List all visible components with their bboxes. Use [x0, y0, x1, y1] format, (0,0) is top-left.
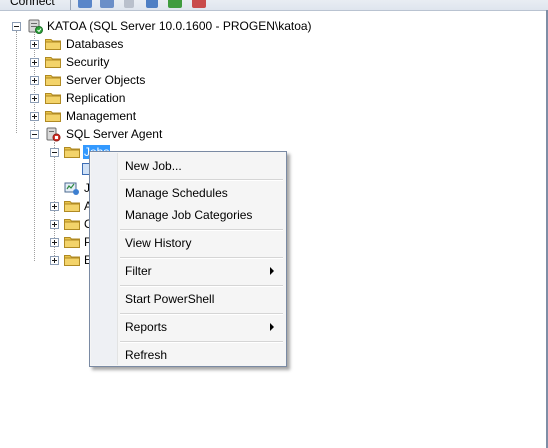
- expand-icon[interactable]: [50, 256, 59, 265]
- folder-icon: [45, 39, 61, 50]
- server-icon: [28, 19, 43, 34]
- folder-icon: [64, 237, 80, 248]
- activity-monitor-icon[interactable]: [192, 0, 206, 8]
- menu-item-new-job[interactable]: New Job...: [125, 157, 182, 175]
- filter-icon[interactable]: [146, 0, 158, 8]
- collapse-icon[interactable]: [30, 130, 39, 139]
- tree-label: SQL Server Agent: [66, 127, 163, 141]
- folder-icon: [45, 93, 61, 104]
- expand-icon[interactable]: [50, 202, 59, 211]
- tree-node-job-activity-monitor[interactable]: J: [0, 179, 100, 197]
- menu-separator: [120, 285, 283, 287]
- tree-label: Management: [66, 109, 137, 123]
- menu-item-filter[interactable]: Filter: [125, 262, 152, 280]
- object-explorer-toolbar: Connect: [0, 0, 548, 11]
- folder-icon: [64, 219, 80, 230]
- refresh-icon[interactable]: [168, 0, 182, 8]
- register-server-icon[interactable]: [78, 0, 92, 8]
- menu-item-manage-job-categories[interactable]: Manage Job Categories: [125, 206, 252, 224]
- expand-icon[interactable]: [30, 76, 39, 85]
- tree-node-server[interactable]: KATOA (SQL Server 10.0.1600 - PROGEN\kat…: [0, 17, 312, 35]
- submenu-arrow-icon: [270, 267, 274, 275]
- context-menu-gutter: [91, 153, 118, 365]
- folder-icon: [45, 57, 61, 68]
- menu-item-view-history[interactable]: View History: [125, 234, 191, 252]
- tree-node-job-item[interactable]: [0, 161, 100, 179]
- folder-icon: [64, 255, 80, 266]
- tree-node-error-logs[interactable]: E: [0, 251, 100, 269]
- menu-item-manage-schedules[interactable]: Manage Schedules: [125, 184, 228, 202]
- tree-node-management[interactable]: Management: [0, 107, 200, 125]
- connect-button[interactable]: Connect: [10, 0, 55, 8]
- tree-node-operators[interactable]: O: [0, 215, 100, 233]
- menu-separator: [120, 257, 283, 259]
- tree-node-databases[interactable]: Databases: [0, 35, 200, 53]
- tree-node-sql-server-agent[interactable]: SQL Server Agent: [0, 125, 200, 143]
- disconnect-icon[interactable]: [100, 0, 114, 8]
- tree-node-server-objects[interactable]: Server Objects: [0, 71, 200, 89]
- toolbar-separator: [70, 0, 71, 10]
- collapse-icon[interactable]: [12, 22, 21, 31]
- tree-node-security[interactable]: Security: [0, 53, 200, 71]
- tree-label: Server Objects: [66, 73, 146, 87]
- expand-icon[interactable]: [50, 238, 59, 247]
- menu-separator: [120, 179, 283, 181]
- tree-label: Security: [66, 55, 110, 69]
- submenu-arrow-icon: [270, 323, 274, 331]
- job-activity-monitor-icon: [64, 182, 79, 195]
- context-menu: New Job... Manage Schedules Manage Job C…: [89, 151, 287, 367]
- folder-icon: [45, 75, 61, 86]
- folder-icon: [64, 201, 80, 212]
- expand-icon[interactable]: [30, 94, 39, 103]
- expand-icon[interactable]: [30, 58, 39, 67]
- tree-label: Databases: [66, 37, 124, 51]
- menu-separator: [120, 313, 283, 315]
- menu-item-refresh[interactable]: Refresh: [125, 346, 167, 364]
- collapse-icon[interactable]: [50, 148, 59, 157]
- stop-icon[interactable]: [124, 0, 134, 8]
- tree-node-alerts[interactable]: A: [0, 197, 100, 215]
- expand-icon[interactable]: [50, 220, 59, 229]
- expand-icon[interactable]: [30, 40, 39, 49]
- menu-separator: [120, 229, 283, 231]
- menu-item-reports[interactable]: Reports: [125, 318, 167, 336]
- menu-separator: [120, 341, 283, 343]
- expand-icon[interactable]: [30, 112, 39, 121]
- tree-label: Replication: [66, 91, 126, 105]
- menu-item-start-powershell[interactable]: Start PowerShell: [125, 290, 214, 308]
- tree-node-proxies[interactable]: P: [0, 233, 100, 251]
- tree-node-replication[interactable]: Replication: [0, 89, 200, 107]
- server-label: KATOA (SQL Server 10.0.1600 - PROGEN\kat…: [47, 19, 312, 33]
- folder-icon: [64, 147, 80, 158]
- sql-agent-icon: [46, 127, 61, 142]
- folder-icon: [45, 111, 61, 122]
